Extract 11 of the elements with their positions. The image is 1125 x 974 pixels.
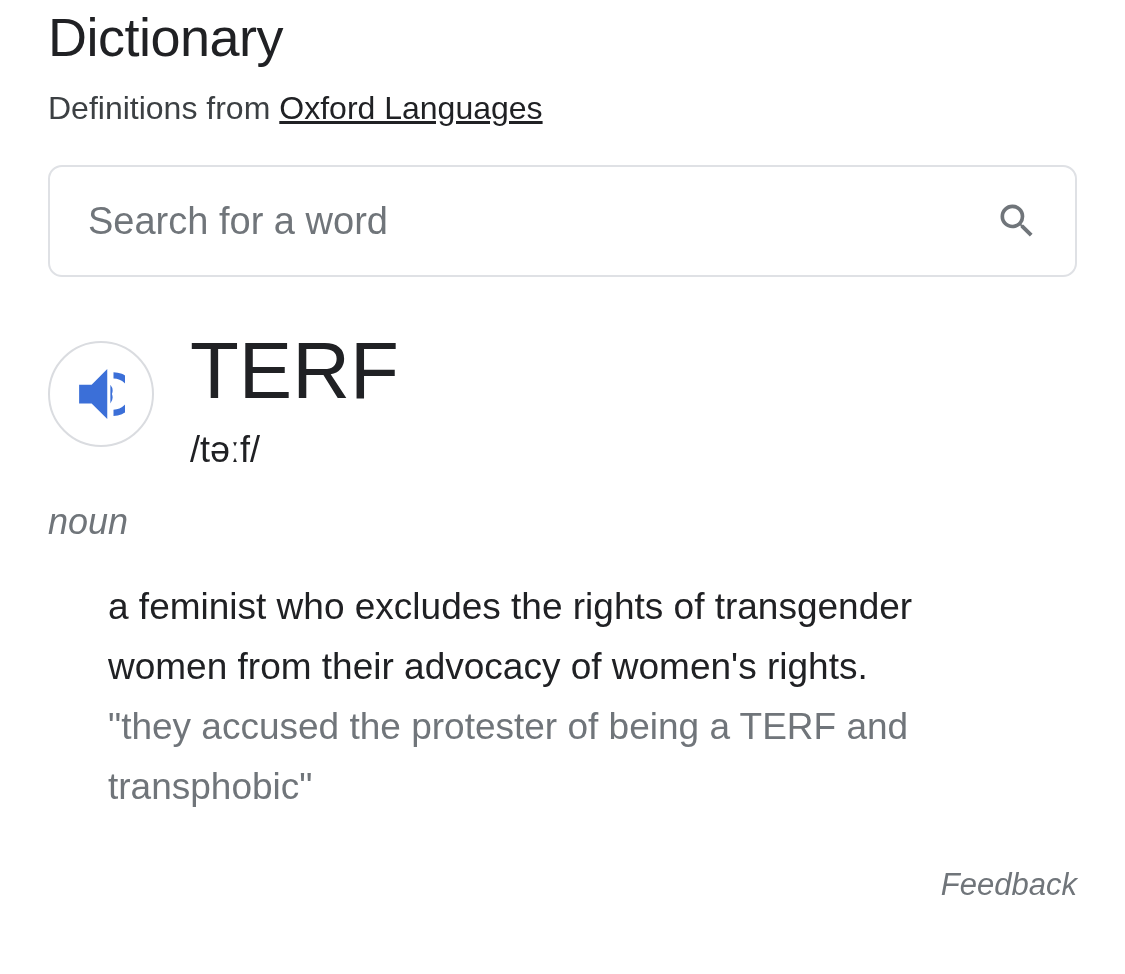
example-text: "they accused the protester of being a TERF and transphobic" (108, 705, 910, 809)
search-field[interactable]: Search for a word (48, 165, 1077, 277)
dictionary-title: Dictionary (48, 6, 285, 69)
part-of-speech: noun (48, 501, 130, 543)
definition-text: a feminist who excludes the rights of transgender women from their advocacy of women's rights. (108, 585, 914, 689)
feedback-link[interactable]: Feedback (940, 867, 1077, 903)
speaker-icon (77, 369, 125, 419)
source-label: Definitions from (48, 90, 271, 127)
phonetic-text: /təːf/ (190, 429, 262, 471)
source-link[interactable]: Oxford Languages (279, 90, 543, 127)
headword: TERF (190, 331, 399, 411)
